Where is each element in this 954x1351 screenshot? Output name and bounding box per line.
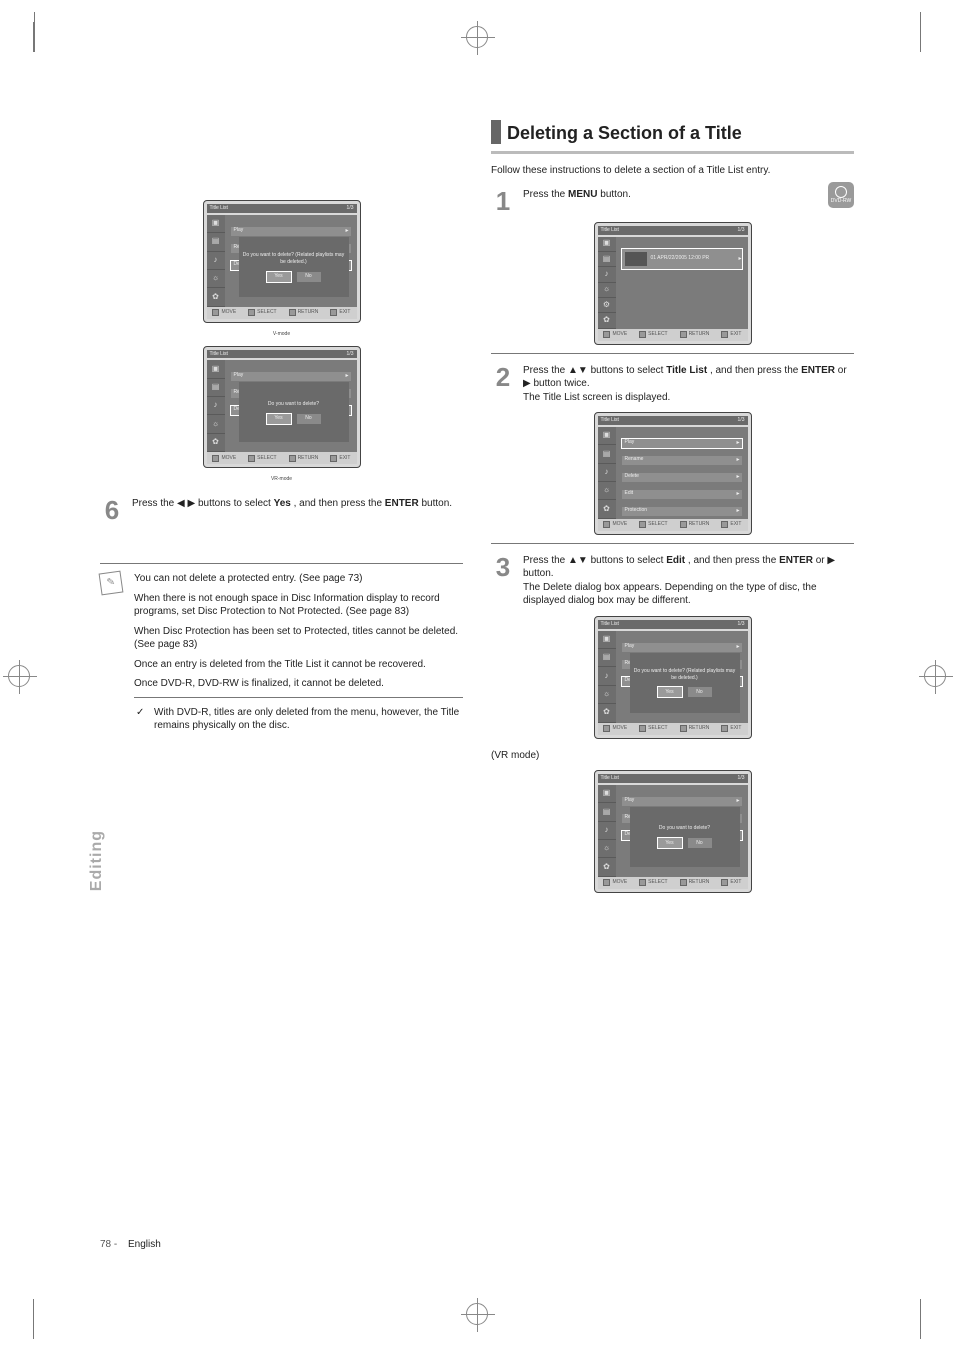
no-button[interactable]: No [688, 838, 712, 848]
sidebar-icon: ▣ [207, 215, 225, 233]
no-button[interactable]: No [297, 414, 321, 424]
title-list-screenshot: Title List1/3 ▣▤♪☼⚙✿ 01 APR/22/2005 12:0… [594, 222, 752, 345]
vrmode-label: VR-mode [100, 476, 463, 483]
step-number: 2 [491, 364, 515, 405]
delete-dialog-screenshot-1: Title List1/3 ▣▤♪☼✿ Play▸ Rename▸ Delete… [594, 616, 752, 739]
step-1: 1 Press the MENU button. [491, 188, 854, 214]
right-icon: ▶ [523, 378, 531, 389]
no-button[interactable]: No [297, 272, 321, 282]
divider [491, 543, 854, 544]
divider [491, 353, 854, 354]
footer-lang: English [128, 1238, 161, 1252]
note-icon: ✎ [99, 571, 124, 596]
right-icon: ▶ [827, 555, 835, 566]
side-tab-editing: Editing [86, 830, 108, 891]
title-list-menu-screenshot: Title List1/3 ▣▤♪☼✿ Play▸ Rename▸ Delete… [594, 412, 752, 535]
up-down-icon: ▲▼ [568, 365, 588, 376]
yes-button[interactable]: Yes [267, 414, 291, 424]
note-line: When there is not enough space in Disc I… [134, 592, 463, 619]
delete-dialog-screenshot-2: Title List1/3 ▣▤♪☼✿ Play▸ Rename▸ Delete… [594, 770, 752, 893]
dvd-rw-badge: DVD-RW [828, 182, 854, 208]
heading-bar-icon [491, 120, 501, 144]
divider [100, 563, 463, 564]
step-number: 3 [491, 554, 515, 608]
step-3: 3 Press the ▲▼ buttons to select Edit , … [491, 554, 854, 608]
disc-icon [835, 186, 847, 198]
no-button[interactable]: No [688, 687, 712, 697]
badge-label: DVD-RW [831, 199, 851, 204]
sidebar-icon: ♪ [207, 252, 225, 270]
step-6-text: Press the ◀ ▶ buttons to select Yes , an… [132, 497, 463, 523]
sidebar-icon: ☼ [207, 270, 225, 288]
page-footer: 78 - English [100, 1238, 854, 1252]
vr-mode-dialog-screenshot: Title List1/3 ▣▤♪☼✿ Play▸ Rename▸ Delete… [203, 346, 361, 469]
left-right-icon: ◀ ▶ [177, 498, 195, 509]
vmode-label: V-mode [100, 331, 463, 338]
vr-mode-label: (VR mode) [491, 749, 854, 763]
yes-button[interactable]: Yes [658, 838, 682, 848]
page-number: 78 - [100, 1238, 117, 1252]
note-line: You can not delete a protected entry. (S… [134, 572, 463, 586]
check-icon: ✓ [136, 706, 144, 720]
up-down-icon: ▲▼ [568, 555, 588, 566]
step-number: 6 [100, 497, 124, 523]
step-number: 1 [491, 188, 515, 214]
dialog-question: Do you want to delete? (Related playlist… [239, 252, 349, 266]
checkmark-note: ✓ With DVD-R, titles are only deleted fr… [154, 706, 463, 733]
section-heading: Deleting a Section of a Title [491, 120, 854, 145]
note-line: Once DVD-R, DVD-RW is finalized, it cann… [134, 677, 463, 691]
note-line: Once an entry is deleted from the Title … [134, 658, 463, 672]
intro-text: Follow these instructions to delete a se… [491, 164, 854, 178]
after-text: The Title List screen is displayed. [523, 392, 670, 403]
ss-title: Title List [210, 205, 228, 212]
divider [134, 697, 463, 698]
v-mode-dialog-screenshot: Title List 1/3 ▣ ▤ ♪ ☼ ✿ Play▸ Rename▸ D… [203, 200, 361, 323]
heading-underline [491, 151, 854, 154]
thumbnail-icon [625, 252, 647, 266]
yes-button[interactable]: Yes [267, 272, 291, 282]
step-6: 6 Press the ◀ ▶ buttons to select Yes , … [100, 497, 463, 523]
yes-button[interactable]: Yes [658, 687, 682, 697]
sidebar-icon: ✿ [207, 288, 225, 306]
note-line: When Disc Protection has been set to Pro… [134, 625, 463, 652]
step-2: 2 Press the ▲▼ buttons to select Title L… [491, 364, 854, 405]
sidebar-icon: ▤ [207, 233, 225, 251]
